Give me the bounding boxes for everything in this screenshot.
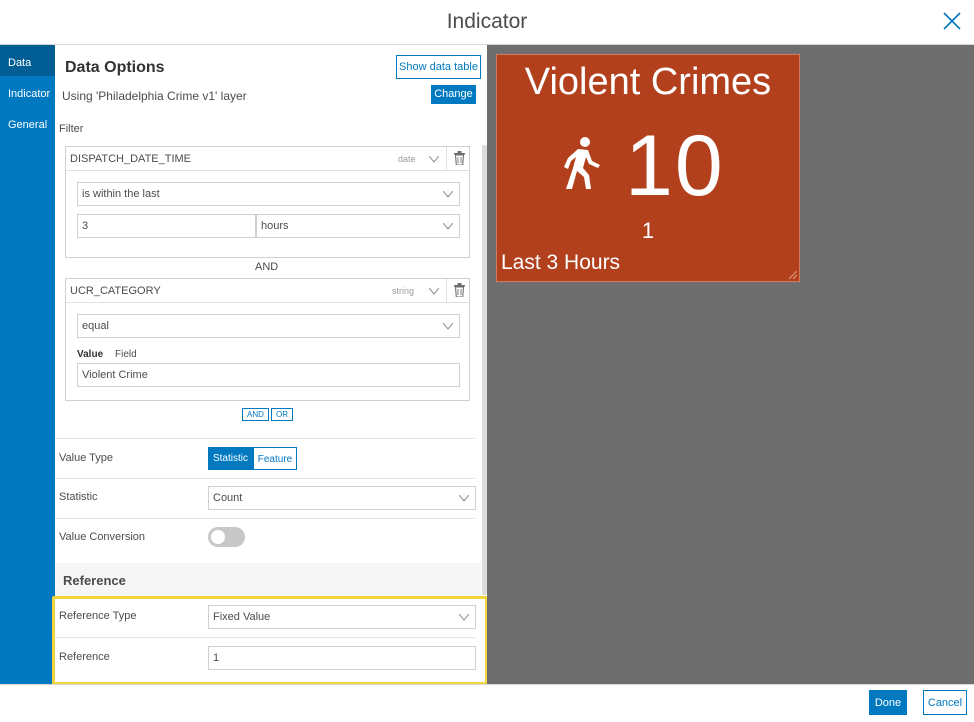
reference-type-select[interactable]: Fixed Value [208,605,476,629]
cancel-button[interactable]: Cancel [923,690,967,715]
nav-item-general[interactable]: General [0,107,55,138]
value-conversion-label: Value Conversion [59,531,146,543]
value-conversion-toggle[interactable] [208,527,245,547]
value-tab[interactable]: Value [77,349,103,360]
divider [55,518,475,519]
period-unit-select[interactable]: hours [256,214,460,238]
toggle-knob [211,530,225,544]
reference-section-header: Reference [55,563,481,599]
period-value-input[interactable]: 3 [77,214,256,238]
delete-condition-button[interactable] [446,279,470,303]
chevron-down-icon [443,191,453,198]
trash-icon [454,283,465,297]
condition-header: DISPATCH_DATE_TIME date [66,147,469,171]
condition-value-input[interactable]: Violent Crime [77,363,460,387]
indicator-title: Violent Crimes [524,61,772,103]
filter-condition-date: DISPATCH_DATE_TIME date is within the la… [65,146,470,258]
change-layer-button[interactable]: Change [431,85,476,104]
dialog-footer: Done Cancel [0,684,974,722]
layer-source-text: Using 'Philadelphia Crime v1' layer [62,89,247,103]
filter-condition-category: UCR_CATEGORY string equal Value Field Vi… [65,278,470,401]
indicator-value: 10 [625,118,725,214]
show-data-table-button[interactable]: Show data table [396,55,481,79]
operator-value: equal [82,320,109,332]
done-button[interactable]: Done [869,690,907,715]
preview-area: Violent Crimes 10 1 Last 3 Hours [487,45,974,684]
operator-value: is within the last [82,188,160,200]
reference-type-value: Fixed Value [213,611,271,623]
statistic-value: Count [213,492,243,504]
chevron-down-icon [443,223,453,230]
reference-type-label: Reference Type [59,610,137,622]
chevron-down-icon[interactable] [429,156,439,163]
indicator-reference: 1 [641,218,655,243]
add-or-button[interactable]: OR [271,408,293,421]
divider [55,637,475,638]
period-unit-value: hours [261,220,289,232]
indicator-bottom-text: Last 3 Hours [501,251,621,274]
nav-item-data[interactable]: Data [0,45,55,76]
reference-value-input[interactable]: 1 [208,646,476,670]
condition-field-name: DISPATCH_DATE_TIME [70,153,192,165]
trash-icon [454,151,465,165]
condition-field-name: UCR_CATEGORY [70,285,161,297]
chevron-down-icon [443,323,453,330]
statistic-option[interactable]: Statistic [208,447,253,470]
title-bar: Indicator [0,0,974,45]
nav-item-indicator[interactable]: Indicator [0,76,55,107]
value-type-label: Value Type [59,452,114,464]
divider [55,438,475,439]
dialog-title: Indicator [446,10,528,33]
panel-title: Data Options [65,59,165,76]
close-icon[interactable] [940,9,964,33]
reference-value-label: Reference [59,651,110,663]
field-type-label: date [398,154,416,164]
chevron-down-icon[interactable] [429,288,439,295]
field-tab[interactable]: Field [115,349,137,360]
statistic-label: Statistic [59,491,98,503]
indicator-card[interactable]: Violent Crimes 10 1 Last 3 Hours [496,54,800,282]
operator-select[interactable]: is within the last [77,182,460,206]
data-options-panel: Data Options Show data table Using 'Phil… [55,45,487,684]
field-type-label: string [392,286,415,296]
operator-select[interactable]: equal [77,314,460,338]
statistic-select[interactable]: Count [208,486,476,510]
divider [55,478,475,479]
and-separator: AND [255,261,279,273]
chevron-down-icon [459,495,469,502]
reference-heading: Reference [63,573,126,588]
feature-option[interactable]: Feature [253,447,297,470]
chevron-down-icon [459,614,469,621]
side-nav: Data Indicator General [0,45,55,684]
delete-condition-button[interactable] [446,147,470,171]
resize-handle-icon[interactable] [789,271,797,279]
condition-header: UCR_CATEGORY string [66,279,469,303]
filter-label: Filter [59,123,84,135]
walking-person-icon [564,137,600,189]
add-and-button[interactable]: AND [242,408,269,421]
